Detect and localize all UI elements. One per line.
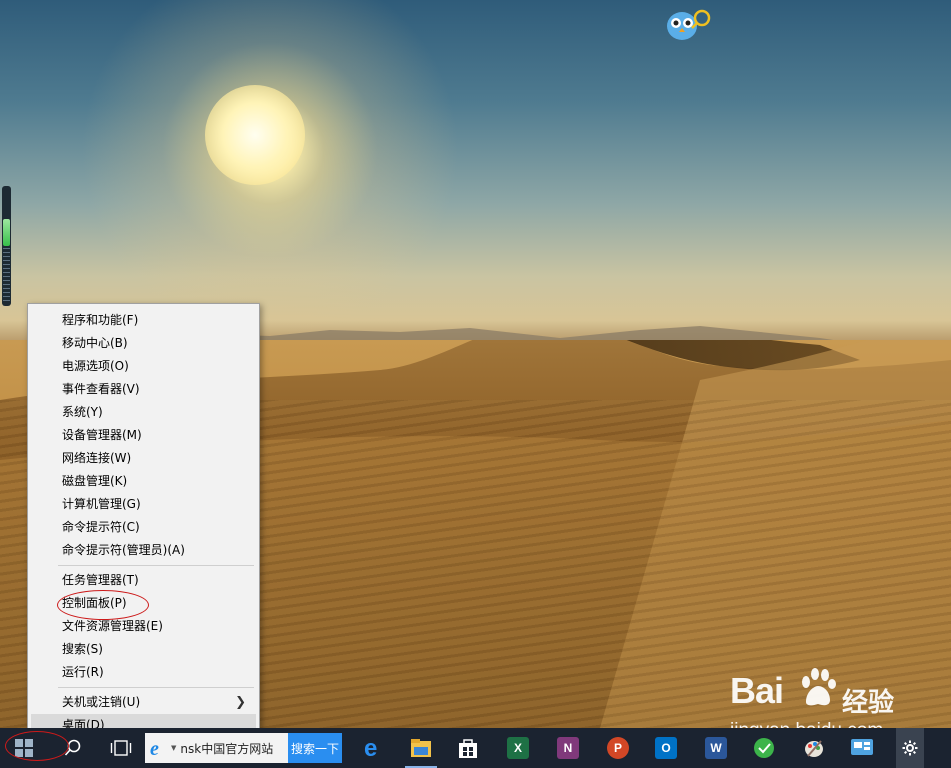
owl-mascot-icon[interactable] bbox=[664, 6, 714, 42]
menu-item-control-panel[interactable]: 控制面板(P) bbox=[31, 592, 256, 615]
windows-logo-icon bbox=[15, 739, 33, 757]
word-icon: W bbox=[705, 737, 727, 759]
menu-item-disk-management[interactable]: 磁盘管理(K) bbox=[31, 470, 256, 493]
watermark-suffix: 经验 bbox=[842, 688, 895, 718]
file-explorer-icon bbox=[411, 739, 431, 757]
store-icon bbox=[459, 739, 477, 758]
web-search-box[interactable]: e ▼ nsk中国官方网站 bbox=[145, 733, 288, 763]
excel-button[interactable]: X bbox=[496, 728, 540, 768]
chat-app-button[interactable] bbox=[840, 728, 884, 768]
search-icon bbox=[64, 739, 81, 756]
menu-item-command-prompt-admin[interactable]: 命令提示符(管理员)(A) bbox=[31, 539, 256, 562]
paint-icon bbox=[805, 740, 823, 757]
shutdown-label: 关机或注销(U) bbox=[62, 695, 141, 709]
green-app-icon bbox=[754, 738, 774, 758]
menu-item-shutdown-signout[interactable]: 关机或注销(U) ❯ bbox=[31, 691, 256, 714]
edge-icon: e bbox=[364, 737, 377, 759]
cortana-search-button[interactable] bbox=[50, 728, 96, 768]
gear-icon bbox=[902, 740, 918, 756]
svg-text:e: e bbox=[364, 737, 377, 759]
search-text: nsk中国官方网站 bbox=[180, 741, 274, 756]
menu-item-event-viewer[interactable]: 事件查看器(V) bbox=[31, 378, 256, 401]
store-button[interactable] bbox=[446, 728, 490, 768]
gauge-ticks bbox=[3, 248, 10, 304]
menu-item-programs-features[interactable]: 程序和功能(F) bbox=[31, 309, 256, 332]
watermark-brand: Bai bbox=[730, 670, 784, 711]
dropdown-triangle-icon: ▼ bbox=[171, 744, 177, 752]
menu-item-file-explorer[interactable]: 文件资源管理器(E) bbox=[31, 615, 256, 638]
search-submit-button[interactable]: 搜索一下 bbox=[288, 733, 342, 763]
menu-item-search[interactable]: 搜索(S) bbox=[31, 638, 256, 661]
green-app-button[interactable] bbox=[742, 728, 786, 768]
menu-item-run[interactable]: 运行(R) bbox=[31, 661, 256, 684]
edge-button[interactable]: e bbox=[352, 728, 396, 768]
winx-context-menu: 程序和功能(F) 移动中心(B) 电源选项(O) 事件查看器(V) 系统(Y) … bbox=[27, 303, 260, 739]
baidu-paw-icon bbox=[802, 668, 836, 706]
settings-button[interactable] bbox=[896, 728, 924, 768]
outlook-icon: O bbox=[655, 737, 677, 759]
chat-app-icon bbox=[851, 739, 873, 755]
excel-icon: X bbox=[507, 737, 529, 759]
onenote-icon: N bbox=[557, 737, 579, 759]
task-view-button[interactable] bbox=[98, 728, 144, 768]
menu-item-mobility-center[interactable]: 移动中心(B) bbox=[31, 332, 256, 355]
chevron-right-icon: ❯ bbox=[235, 695, 246, 710]
menu-separator bbox=[58, 687, 254, 688]
sun bbox=[205, 85, 305, 185]
menu-separator bbox=[58, 565, 254, 566]
menu-item-computer-management[interactable]: 计算机管理(G) bbox=[31, 493, 256, 516]
task-view-icon bbox=[110, 740, 132, 756]
svg-text:e: e bbox=[150, 738, 159, 758]
menu-item-network-connections[interactable]: 网络连接(W) bbox=[31, 447, 256, 470]
menu-item-task-manager[interactable]: 任务管理器(T) bbox=[31, 569, 256, 592]
ie-icon: e bbox=[150, 738, 159, 758]
menu-item-system[interactable]: 系统(Y) bbox=[31, 401, 256, 424]
onenote-button[interactable]: N bbox=[546, 728, 590, 768]
menu-item-command-prompt[interactable]: 命令提示符(C) bbox=[31, 516, 256, 539]
word-button[interactable]: W bbox=[694, 728, 738, 768]
menu-item-device-manager[interactable]: 设备管理器(M) bbox=[31, 424, 256, 447]
system-gauge-widget bbox=[2, 186, 11, 306]
powerpoint-icon: P bbox=[607, 737, 629, 759]
menu-item-power-options[interactable]: 电源选项(O) bbox=[31, 355, 256, 378]
file-explorer-button[interactable] bbox=[399, 728, 443, 768]
taskbar: e ▼ nsk中国官方网站 搜索一下 e X N P O W bbox=[0, 728, 951, 768]
start-button[interactable] bbox=[0, 728, 48, 768]
outlook-button[interactable]: O bbox=[644, 728, 688, 768]
paint-button[interactable] bbox=[792, 728, 836, 768]
gauge-level-fill bbox=[3, 219, 10, 246]
powerpoint-button[interactable]: P bbox=[596, 728, 640, 768]
